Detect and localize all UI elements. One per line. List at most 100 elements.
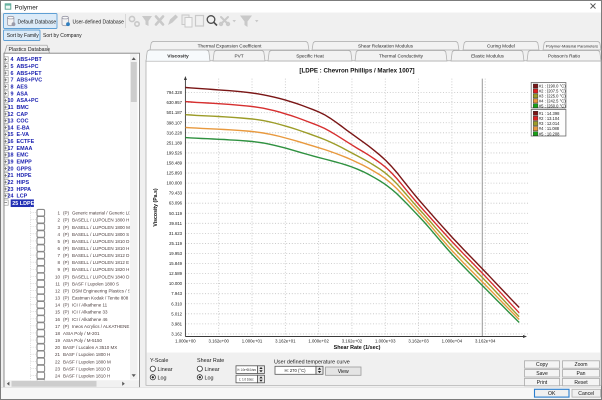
- svg-text:3.162e+04: 3.162e+04: [475, 339, 496, 344]
- svg-text:ASA: ASA: [17, 91, 28, 97]
- svg-text:ABS+PC: ABS+PC: [17, 64, 39, 70]
- svg-text:BASELL / LUPOLEN 1840 D: BASELL / LUPOLEN 1840 D: [72, 274, 130, 279]
- svg-text:BASELL / LUPOLEN 1812 E: BASELL / LUPOLEN 1812 E: [72, 260, 129, 265]
- svg-text:158.489: 158.489: [166, 160, 182, 165]
- svg-text:Elastic Modulus: Elastic Modulus: [471, 54, 504, 59]
- svg-text:EMAA: EMAA: [17, 146, 33, 152]
- svg-text:19: 19: [8, 160, 14, 166]
- svg-text:LCP: LCP: [17, 194, 28, 200]
- svg-text:1.000e+01: 1.000e+01: [242, 339, 263, 344]
- svg-text:Thermal Conductivity: Thermal Conductivity: [379, 54, 424, 59]
- svg-text:OK: OK: [548, 391, 556, 397]
- svg-text:15: 15: [55, 310, 61, 315]
- svg-text:14: 14: [8, 125, 14, 131]
- svg-text:20: 20: [55, 345, 61, 350]
- svg-text:PVT: PVT: [234, 54, 243, 59]
- svg-text:17: 17: [55, 324, 61, 329]
- svg-text:E-BA: E-BA: [17, 125, 30, 131]
- svg-text:ASIA Poly / M-5150: ASIA Poly / M-5150: [63, 338, 103, 343]
- svg-text:CAP: CAP: [17, 112, 29, 118]
- svg-text:(P): (P): [63, 225, 70, 230]
- svg-text:23: 23: [8, 187, 14, 193]
- svg-text:1.000e+04: 1.000e+04: [442, 339, 463, 344]
- svg-text:BASF / Lupolen 1800 S: BASF / Lupolen 1800 S: [72, 281, 119, 286]
- svg-text:GPPS: GPPS: [17, 166, 32, 172]
- svg-text:Ineos Acrylics / ALKATHENE 11: Ineos Acrylics / ALKATHENE 11: [72, 324, 136, 329]
- svg-text:21: 21: [55, 352, 61, 357]
- svg-text:251.189: 251.189: [166, 140, 182, 145]
- svg-text:24: 24: [8, 194, 14, 200]
- svg-text:3.162e+01: 3.162e+01: [275, 339, 296, 344]
- svg-text:11: 11: [8, 105, 14, 111]
- svg-text:Copy: Copy: [536, 362, 548, 368]
- svg-text:(P): (P): [63, 211, 70, 216]
- svg-text:Plastics Database: Plastics Database: [9, 47, 51, 53]
- svg-text:BASF / Lupolen 1810 H: BASF / Lupolen 1810 H: [63, 373, 110, 378]
- svg-text:#5 : 10.208: #5 : 10.208: [539, 131, 560, 136]
- svg-text:(P): (P): [63, 267, 70, 272]
- svg-text:AES: AES: [17, 84, 28, 90]
- svg-text:Viscosity (Pa.s): Viscosity (Pa.s): [153, 188, 159, 227]
- svg-text:316.228: 316.228: [166, 130, 182, 135]
- svg-text:(P): (P): [63, 288, 70, 293]
- svg-text:(P): (P): [63, 303, 70, 308]
- svg-text:ASA+PC: ASA+PC: [17, 98, 39, 104]
- svg-text:(P): (P): [63, 274, 70, 279]
- svg-text:501.187: 501.187: [166, 110, 182, 115]
- svg-text:3.162e+00: 3.162e+00: [208, 339, 229, 344]
- svg-text:H: 270 (°C): H: 270 (°C): [285, 368, 307, 373]
- svg-text:BASELL / LUPOLEN 1810 H: BASELL / LUPOLEN 1810 H: [72, 246, 129, 251]
- svg-text:BASF / Lupolen 1810 D: BASF / Lupolen 1810 D: [63, 366, 111, 371]
- svg-text:1.000e+03: 1.000e+03: [375, 339, 396, 344]
- svg-text:Curing Model: Curing Model: [487, 44, 515, 49]
- svg-text:#5 : (260.0 °C): #5 : (260.0 °C): [539, 103, 566, 108]
- svg-text:(P): (P): [63, 310, 70, 315]
- svg-text:3.162: 3.162: [171, 331, 182, 336]
- svg-text:(P): (P): [63, 232, 70, 237]
- svg-text:BASF / Lupolen 1800 H: BASF / Lupolen 1800 H: [63, 352, 110, 357]
- svg-text:Cancel: Cancel: [578, 391, 594, 397]
- svg-text:User defined temperature curve: User defined temperature curve: [274, 360, 350, 366]
- svg-text:10: 10: [8, 98, 14, 104]
- svg-text:630.957: 630.957: [166, 100, 182, 105]
- svg-text:15: 15: [8, 132, 14, 138]
- svg-text:Sort by Company: Sort by Company: [43, 33, 82, 39]
- svg-text:25.119: 25.119: [169, 241, 182, 246]
- svg-text:[LDPE : Chevron Phillips / Mar: [LDPE : Chevron Phillips / Marlex 1007]: [299, 68, 414, 75]
- svg-text:10: 10: [55, 274, 61, 279]
- svg-text:13: 13: [55, 296, 61, 301]
- svg-text:BASELL / LUPOLEN 1800 S: BASELL / LUPOLEN 1800 S: [72, 232, 129, 237]
- svg-text:Generic material / Generic LDP: Generic material / Generic LDPE: [72, 211, 138, 216]
- svg-text:6.310: 6.310: [171, 301, 182, 306]
- svg-text:BASELL / LUPOLEN 1820 H: BASELL / LUPOLEN 1820 H: [72, 267, 129, 272]
- svg-text:Log: Log: [158, 376, 167, 382]
- svg-text:16: 16: [55, 317, 61, 322]
- svg-text:794.328: 794.328: [166, 90, 182, 95]
- svg-text:5: 5: [11, 64, 14, 70]
- svg-text:ABS+PBT: ABS+PBT: [17, 57, 43, 63]
- svg-text:BASELL / LUPOLEN 1800 M: BASELL / LUPOLEN 1800 M: [72, 225, 130, 230]
- svg-text:18: 18: [55, 331, 61, 336]
- svg-text:View: View: [338, 369, 349, 375]
- svg-text:Sort by Family: Sort by Family: [7, 33, 39, 39]
- svg-text:BASF / Lucalen A 3510 MX: BASF / Lucalen A 3510 MX: [63, 345, 117, 350]
- svg-text:(P): (P): [63, 253, 70, 258]
- svg-text:BASELL / LUPOLEN 1812 D: BASELL / LUPOLEN 1812 D: [72, 253, 130, 258]
- svg-text:HPPA: HPPA: [17, 187, 32, 193]
- svg-text:10.000: 10.000: [169, 281, 183, 286]
- svg-text:BASF / Lupolen 1800 M: BASF / Lupolen 1800 M: [63, 359, 111, 364]
- svg-text:COC: COC: [17, 119, 29, 125]
- svg-text:18: 18: [8, 153, 14, 159]
- svg-text:23: 23: [55, 366, 61, 371]
- svg-text:ABS+PET: ABS+PET: [17, 71, 43, 77]
- svg-text:24: 24: [55, 373, 61, 378]
- svg-text:19: 19: [55, 338, 61, 343]
- svg-text:Default Database: Default Database: [18, 19, 57, 25]
- svg-text:Viscosity: Viscosity: [167, 54, 189, 60]
- svg-text:25 LDPE: 25 LDPE: [12, 201, 34, 207]
- svg-text:EMPP: EMPP: [17, 160, 33, 166]
- svg-text:398.107: 398.107: [166, 120, 182, 125]
- svg-text:Polymer-Material Parameters: Polymer-Material Parameters: [546, 44, 598, 49]
- svg-text:19.953: 19.953: [169, 251, 183, 256]
- svg-text:13: 13: [8, 119, 14, 125]
